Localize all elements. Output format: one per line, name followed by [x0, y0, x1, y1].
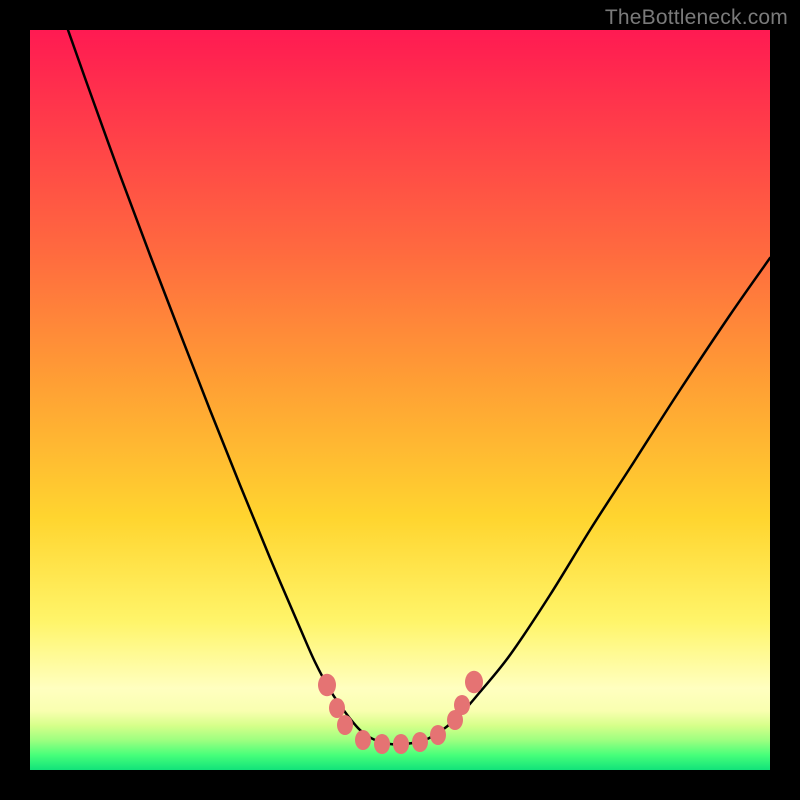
bottleneck-curve	[68, 30, 770, 745]
marker-dot	[454, 695, 470, 715]
marker-dot	[329, 698, 345, 718]
marker-dot	[412, 732, 428, 752]
marker-dot	[374, 734, 390, 754]
marker-group	[318, 671, 483, 754]
marker-dot	[393, 734, 409, 754]
chart-frame: TheBottleneck.com	[0, 0, 800, 800]
marker-dot	[337, 715, 353, 735]
plot-area	[30, 30, 770, 770]
marker-dot	[430, 725, 446, 745]
marker-dot	[318, 674, 336, 697]
watermark-text: TheBottleneck.com	[605, 6, 788, 30]
curve-layer	[30, 30, 770, 770]
marker-dot	[355, 730, 371, 750]
marker-dot	[465, 671, 483, 694]
